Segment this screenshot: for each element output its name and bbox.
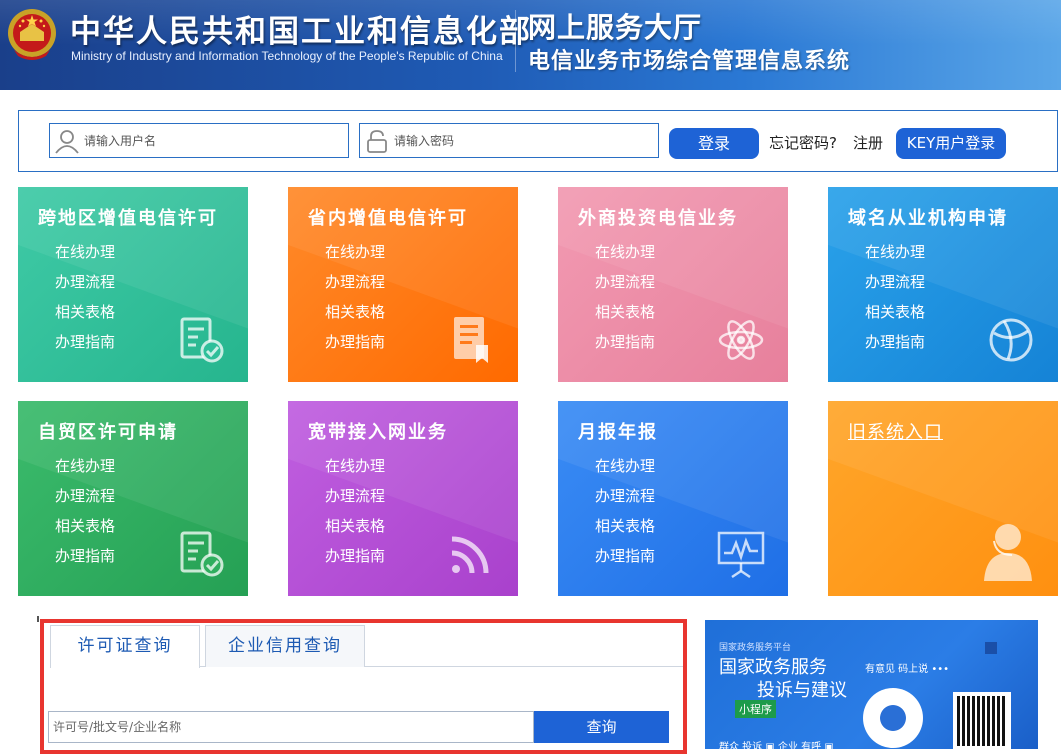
tab-credit-query[interactable]: 企业信用查询 [205,625,365,667]
tab-license-query[interactable]: 许可证查询 [50,625,200,668]
tile-link-process[interactable]: 办理流程 [325,485,385,515]
tile-legacy-system-entry[interactable]: 旧系统入口 [828,401,1058,596]
login-bar: 登录 忘记密码? 注册 KEY用户登录 [18,110,1058,172]
register-link[interactable]: 注册 [853,132,883,153]
complaint-banner[interactable]: 国家政务服务平台 国家政务服务 投诉与建议 小程序 有意见 码上说 ••• 群众… [705,620,1038,749]
tile-link-forms[interactable]: 相关表格 [55,301,115,331]
tile-link-guide[interactable]: 办理指南 [595,545,655,575]
site-header: 中华人民共和国工业和信息化部 Ministry of Industry and … [0,0,1061,90]
tile-menu: 在线办理 办理流程 相关表格 办理指南 [865,241,925,361]
tile-link-process[interactable]: 办理流程 [595,271,655,301]
tile-menu: 在线办理 办理流程 相关表格 办理指南 [595,455,655,575]
tile-broadband-access[interactable]: 宽带接入网业务 在线办理 办理流程 相关表格 办理指南 [288,401,518,596]
license-search-input[interactable] [48,711,534,743]
tile-title[interactable]: 省内增值电信许可 [308,204,468,230]
mini-program-code-icon [863,688,923,748]
login-button[interactable]: 登录 [669,128,759,159]
tile-menu: 在线办理 办理流程 相关表格 办理指南 [595,241,655,361]
query-button[interactable]: 查询 [534,711,669,743]
tile-link-forms[interactable]: 相关表格 [325,515,385,545]
tile-foreign-investment[interactable]: 外商投资电信业务 在线办理 办理流程 相关表格 办理指南 [558,187,788,382]
national-emblem-icon [8,9,56,60]
tile-link-online[interactable]: 在线办理 [865,241,925,271]
ministry-title: 中华人民共和国工业和信息化部 [70,14,532,50]
service-hall-title: 网上服务大厅 [528,11,703,44]
form-check-icon [180,317,224,363]
tile-domain-agency[interactable]: 域名从业机构申请 在线办理 办理流程 相关表格 办理指南 [828,187,1058,382]
tile-link-process[interactable]: 办理流程 [325,271,385,301]
tile-link-online[interactable]: 在线办理 [595,455,655,485]
tile-link-process[interactable]: 办理流程 [55,485,115,515]
tile-menu: 在线办理 办理流程 相关表格 办理指南 [325,241,385,361]
person-headset-icon [984,524,1032,581]
banner-footer: 群众 投诉 ▣ 企业 有呼 ▣ [719,742,834,749]
username-input[interactable] [84,128,342,154]
tile-title[interactable]: 外商投资电信业务 [578,204,738,230]
system-title: 电信业务市场综合管理信息系统 [528,49,851,74]
tile-link-guide[interactable]: 办理指南 [55,331,115,361]
tile-link-online[interactable]: 在线办理 [325,455,385,485]
password-input[interactable] [394,128,652,154]
tile-link-forms[interactable]: 相关表格 [595,301,655,331]
tile-title[interactable]: 域名从业机构申请 [848,204,1008,230]
user-icon [55,130,79,154]
tile-title[interactable]: 月报年报 [578,418,658,444]
close-banner-icon[interactable] [985,642,997,654]
tile-link-online[interactable]: 在线办理 [595,241,655,271]
tile-link-forms[interactable]: 相关表格 [595,515,655,545]
tile-free-trade-zone[interactable]: 自贸区许可申请 在线办理 办理流程 相关表格 办理指南 [18,401,248,596]
tile-menu: 在线办理 办理流程 相关表格 办理指南 [325,455,385,575]
presentation-chart-icon [717,531,765,579]
tile-provincial-license[interactable]: 省内增值电信许可 在线办理 办理流程 相关表格 办理指南 [288,187,518,382]
legacy-system-link[interactable]: 旧系统入口 [848,418,943,444]
tile-link-online[interactable]: 在线办理 [55,455,115,485]
tile-title[interactable]: 宽带接入网业务 [308,418,448,444]
form-check-icon [180,531,224,577]
tile-link-process[interactable]: 办理流程 [865,271,925,301]
tile-link-guide[interactable]: 办理指南 [595,331,655,361]
document-bookmark-icon [454,317,488,363]
tile-link-guide[interactable]: 办理指南 [865,331,925,361]
tile-title[interactable]: 自贸区许可申请 [38,418,178,444]
decorative-marker [37,616,39,622]
license-query-panel: 许可证查询 企业信用查询 查询 [40,619,687,754]
qr-code-icon [953,692,1011,749]
globe-icon [989,318,1033,362]
banner-slogan: 有意见 码上说 ••• [865,664,950,675]
tile-link-process[interactable]: 办理流程 [55,271,115,301]
tile-cross-region-license[interactable]: 跨地区增值电信许可 在线办理 办理流程 相关表格 办理指南 [18,187,248,382]
key-login-button[interactable]: KEY用户登录 [896,128,1006,159]
username-field-wrapper [49,123,349,158]
header-divider [515,10,516,72]
tile-link-forms[interactable]: 相关表格 [865,301,925,331]
tile-link-online[interactable]: 在线办理 [325,241,385,271]
tile-link-forms[interactable]: 相关表格 [325,301,385,331]
tile-link-guide[interactable]: 办理指南 [325,545,385,575]
tile-menu: 在线办理 办理流程 相关表格 办理指南 [55,455,115,575]
tile-monthly-annual-report[interactable]: 月报年报 在线办理 办理流程 相关表格 办理指南 [558,401,788,596]
banner-subheadline: 投诉与建议 [757,680,847,701]
tile-link-online[interactable]: 在线办理 [55,241,115,271]
tile-link-forms[interactable]: 相关表格 [55,515,115,545]
password-field-wrapper [359,123,659,158]
rss-icon [451,536,489,574]
tile-link-guide[interactable]: 办理指南 [55,545,115,575]
tile-menu: 在线办理 办理流程 相关表格 办理指南 [55,241,115,361]
tile-link-process[interactable]: 办理流程 [595,485,655,515]
mini-program-badge: 小程序 [735,700,776,718]
tile-title[interactable]: 跨地区增值电信许可 [38,204,218,230]
tile-link-guide[interactable]: 办理指南 [325,331,385,361]
atom-icon [718,320,764,360]
query-tabs: 许可证查询 企业信用查询 [50,625,683,668]
forgot-password-link[interactable]: 忘记密码? [769,132,837,153]
lock-icon [367,130,387,153]
ministry-title-english: Ministry of Industry and Information Tec… [71,49,503,63]
banner-tag: 国家政务服务平台 [719,643,792,653]
